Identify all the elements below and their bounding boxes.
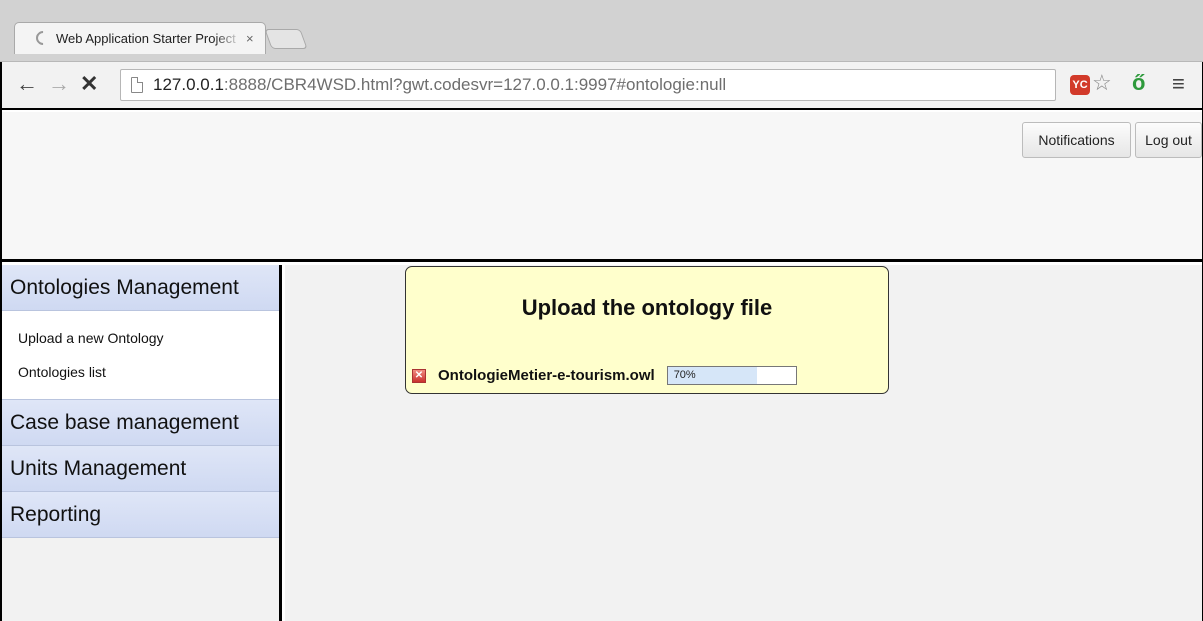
- dialog-title: Upload the ontology file: [521, 295, 773, 320]
- forward-arrow-icon[interactable]: →: [48, 72, 70, 96]
- logout-button[interactable]: Log out: [1135, 122, 1202, 158]
- section-case-base-management[interactable]: Case base management: [2, 400, 279, 446]
- progress-text: 70%: [673, 369, 696, 381]
- stop-loading-icon[interactable]: ✕: [80, 72, 98, 96]
- url-text[interactable]: 127.0.0.1:8888/CBR4WSD.html?gwt.codesvr=…: [153, 75, 726, 95]
- browser-menu-icon[interactable]: ≡: [1172, 71, 1185, 97]
- bookmark-star-icon[interactable]: ☆: [1092, 70, 1112, 96]
- extension-bug-icon[interactable]: ő: [1132, 70, 1145, 96]
- browser-toolbar: ← → ✕ 127.0.0.1:8888/CBR4WSD.html?gwt.co…: [2, 62, 1202, 110]
- sidebar: Ontologies Management Upload a new Ontol…: [2, 265, 282, 621]
- section-units-management[interactable]: Units Management: [2, 446, 279, 492]
- address-bar[interactable]: 127.0.0.1:8888/CBR4WSD.html?gwt.codesvr=…: [120, 69, 1056, 101]
- url-host: 127.0.0.1: [153, 75, 224, 94]
- upload-progress-bar: 70%: [666, 366, 797, 385]
- file-name: OntologieMetier-e-tourism.owl: [438, 367, 655, 384]
- ontologies-management-panel: Upload a new Ontology Ontologies list: [2, 311, 279, 400]
- tab-close-icon[interactable]: ×: [246, 31, 254, 46]
- remove-file-icon[interactable]: ✕: [412, 368, 426, 383]
- url-path: :8888/CBR4WSD.html?gwt.codesvr=127.0.0.1…: [223, 75, 727, 94]
- ontologies-list-link[interactable]: Ontologies list: [18, 355, 279, 389]
- extension-icon[interactable]: YC: [1070, 75, 1090, 95]
- back-arrow-icon[interactable]: ←: [16, 72, 38, 96]
- notifications-button[interactable]: Notifications: [1022, 122, 1131, 158]
- section-reporting[interactable]: Reporting: [2, 492, 279, 538]
- section-ontologies-management[interactable]: Ontologies Management: [2, 265, 279, 311]
- new-tab-button[interactable]: [264, 29, 308, 49]
- upload-ontology-link[interactable]: Upload a new Ontology: [18, 321, 279, 355]
- browser-tabstrip: Web Application Starter Project ×: [0, 0, 1203, 62]
- page-icon: [131, 77, 143, 93]
- browser-tab[interactable]: Web Application Starter Project ×: [14, 22, 266, 54]
- app-header: Notifications Log out: [2, 112, 1202, 262]
- upload-dialog: Upload the ontology file ✕ OntologieMeti…: [405, 266, 889, 394]
- loading-spinner-icon: [33, 28, 53, 48]
- tab-title: Web Application Starter Project: [56, 30, 236, 46]
- main-content: Upload the ontology file ✕ OntologieMeti…: [285, 265, 1202, 621]
- upload-file-row: ✕ OntologieMetier-e-tourism.owl 70%: [412, 366, 797, 385]
